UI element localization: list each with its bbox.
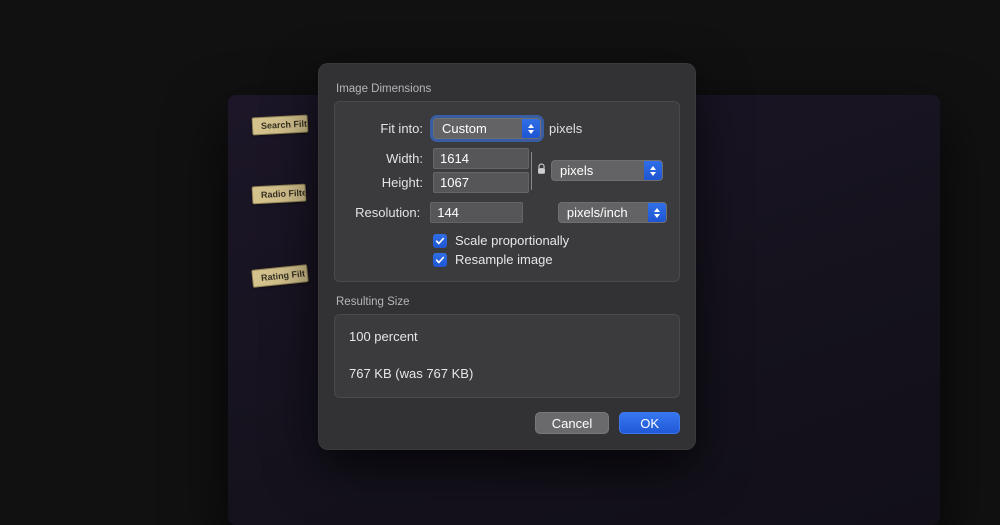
chevron-up-down-icon (522, 119, 540, 138)
resolution-label: Resolution: (347, 205, 430, 220)
background-tag-search-filter: Search Filt (252, 115, 309, 136)
scale-proportionally-checkbox[interactable] (433, 234, 447, 248)
dimensions-group: Fit into: Custom pixels Width: 1614 Heig… (334, 101, 680, 282)
link-bracket-icon (531, 152, 532, 190)
width-height-unit-select[interactable]: pixels (551, 160, 663, 181)
height-label: Height: (347, 175, 433, 190)
resulting-percent: 100 percent (347, 325, 667, 348)
resolution-input[interactable]: 144 (430, 202, 523, 223)
width-input[interactable]: 1614 (433, 148, 529, 169)
resample-image-checkbox[interactable] (433, 253, 447, 267)
fit-into-unit-label: pixels (549, 121, 582, 136)
cancel-button[interactable]: Cancel (535, 412, 609, 434)
resample-image-label: Resample image (455, 252, 553, 267)
fit-into-select[interactable]: Custom (433, 118, 541, 139)
check-icon (435, 236, 445, 246)
scale-proportionally-label: Scale proportionally (455, 233, 569, 248)
fit-into-value: Custom (442, 121, 487, 136)
width-height-unit-value: pixels (560, 163, 593, 178)
image-dimensions-heading: Image Dimensions (336, 83, 680, 95)
lock-icon[interactable] (536, 163, 551, 178)
ok-button[interactable]: OK (619, 412, 680, 434)
resolution-unit-select[interactable]: pixels/inch (558, 202, 667, 223)
check-icon (435, 255, 445, 265)
background-tag-radio-filter: Radio Filte (252, 184, 307, 205)
fit-into-label: Fit into: (347, 121, 433, 136)
resolution-unit-value: pixels/inch (567, 205, 628, 220)
resulting-size-heading: Resulting Size (336, 296, 680, 308)
chevron-up-down-icon (644, 161, 662, 180)
resulting-size-group: 100 percent 767 KB (was 767 KB) (334, 314, 680, 398)
image-dimensions-dialog: Image Dimensions Fit into: Custom pixels… (318, 63, 696, 450)
resulting-filesize: 767 KB (was 767 KB) (347, 362, 667, 385)
height-input[interactable]: 1067 (433, 172, 529, 193)
chevron-up-down-icon (648, 203, 666, 222)
width-label: Width: (347, 151, 433, 166)
